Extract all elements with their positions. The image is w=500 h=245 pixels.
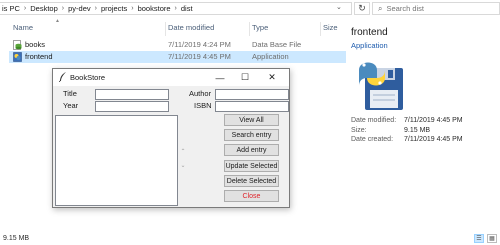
details-prop-date-created: Date created: 7/11/2019 4:45 PM	[351, 136, 500, 146]
breadcrumb-separator-icon: ›	[23, 5, 27, 12]
breadcrumb-projects[interactable]: projects	[101, 4, 127, 13]
database-file-icon	[13, 40, 22, 50]
minimize-icon: —	[215, 72, 225, 83]
listbox-scrollbar[interactable]: ⌃ ⌄	[178, 115, 188, 206]
scroll-down-icon[interactable]: ⌄	[179, 162, 187, 169]
breadcrumb-this-pc[interactable]: is PC	[2, 4, 20, 13]
window-titlebar[interactable]: BookStore — ☐ ✕	[53, 69, 289, 86]
maximize-button[interactable]: ☐	[233, 69, 257, 86]
details-view-icon: ☰	[476, 236, 482, 242]
file-type: Data Base File	[252, 40, 302, 49]
isbn-entry[interactable]	[215, 101, 289, 112]
maximize-icon: ☐	[240, 72, 250, 82]
large-icons-view-button[interactable]: ▦	[487, 234, 497, 243]
details-file-type: Application	[351, 41, 388, 50]
column-divider[interactable]	[320, 22, 321, 36]
close-button[interactable]: Close	[224, 190, 279, 202]
prop-value: 7/11/2019 4:45 PM	[404, 117, 463, 124]
column-header-type[interactable]: Type	[252, 23, 268, 35]
close-icon: ✕	[268, 72, 276, 82]
status-selected-size: 9.15 MB	[3, 235, 30, 242]
file-type: Application	[252, 52, 289, 61]
scroll-up-icon[interactable]: ⌃	[179, 148, 187, 155]
year-entry[interactable]	[95, 101, 169, 112]
add-entry-button[interactable]: Add entry	[224, 144, 279, 156]
search-icon: ⌕	[378, 3, 383, 13]
details-prop-size: Size: 9.15 MB	[351, 127, 500, 137]
address-history-chevron-icon[interactable]: ⌄	[336, 3, 344, 11]
prop-value: 7/11/2019 4:45 PM	[404, 136, 463, 143]
year-label: Year	[63, 101, 79, 110]
breadcrumb-separator-icon: ›	[174, 5, 177, 12]
details-properties: Date modified: 7/11/2019 4:45 PM Size: 9…	[351, 117, 500, 146]
breadcrumb-separator-icon: ›	[61, 5, 65, 12]
breadcrumb-bookstore[interactable]: bookstore	[138, 4, 171, 13]
file-date: 7/11/2019 4:45 PM	[168, 52, 231, 61]
prop-value: 9.15 MB	[404, 126, 431, 134]
details-file-name: frontend	[351, 27, 388, 38]
details-prop-date-modified: Date modified: 7/11/2019 4:45 PM	[351, 117, 500, 127]
refresh-icon: ↻	[358, 3, 366, 13]
column-divider[interactable]	[249, 22, 250, 36]
column-header-size[interactable]: Size	[323, 23, 338, 35]
large-icons-view-icon: ▦	[489, 236, 495, 242]
search-entry-button[interactable]: Search entry	[224, 129, 279, 141]
author-label: Author	[189, 89, 212, 98]
title-entry[interactable]	[95, 89, 169, 100]
file-date: 7/11/2019 4:24 PM	[168, 40, 231, 49]
breadcrumb-separator-icon: ›	[131, 5, 134, 12]
file-row-frontend[interactable]: frontend 7/11/2019 4:45 PM Application	[9, 51, 346, 63]
prop-key: Date created:	[351, 136, 394, 143]
details-view-button[interactable]: ☰	[474, 234, 484, 243]
column-header-name[interactable]: Name	[13, 23, 33, 35]
bookstore-window: BookStore — ☐ ✕ Title Author Year ISBN ⌃…	[52, 68, 290, 208]
title-label: Title	[63, 89, 77, 98]
file-name: books	[25, 40, 46, 49]
address-bar: is PC › Desktop › py-dev › projects › bo…	[0, 0, 500, 17]
refresh-button[interactable]: ↻	[354, 2, 370, 15]
breadcrumb-py-dev[interactable]: py-dev	[68, 4, 91, 13]
breadcrumb-separator-icon: ›	[94, 5, 97, 12]
sort-ascending-icon: ▲	[55, 18, 60, 24]
books-listbox[interactable]	[55, 115, 178, 206]
column-header-date-modified[interactable]: Date modified	[168, 23, 214, 35]
delete-selected-button[interactable]: Delete Selected	[224, 175, 279, 187]
search-box[interactable]: ⌕	[372, 2, 500, 15]
python-app-icon	[13, 52, 22, 62]
file-name: frontend	[25, 52, 53, 61]
minimize-button[interactable]: —	[208, 69, 232, 86]
breadcrumb-desktop[interactable]: Desktop	[30, 4, 58, 13]
tk-feather-icon	[59, 72, 66, 82]
isbn-label: ISBN	[194, 101, 212, 110]
search-input[interactable]	[386, 4, 487, 13]
close-window-button[interactable]: ✕	[260, 69, 284, 86]
prop-key: Date modified:	[351, 117, 397, 124]
view-toggle: ☰ ▦	[474, 234, 497, 243]
author-entry[interactable]	[215, 89, 289, 100]
prop-key: Size:	[351, 126, 367, 134]
file-row-books[interactable]: books 7/11/2019 4:24 PM Data Base File	[9, 39, 346, 51]
python-app-large-icon	[359, 62, 403, 110]
breadcrumb-dist[interactable]: dist	[181, 4, 193, 13]
window-title: BookStore	[70, 73, 106, 82]
update-selected-button[interactable]: Update Selected	[224, 160, 279, 172]
view-all-button[interactable]: View All	[224, 114, 279, 126]
column-divider[interactable]	[165, 22, 166, 36]
breadcrumb[interactable]: is PC › Desktop › py-dev › projects › bo…	[0, 2, 352, 15]
